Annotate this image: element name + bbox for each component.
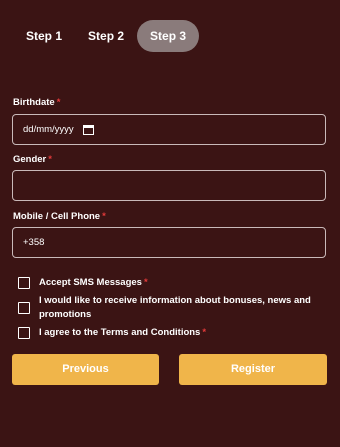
birthdate-label: Birthdate * (13, 97, 60, 108)
phone-label-text: Mobile / Cell Phone (13, 211, 101, 222)
birthdate-field[interactable]: dd/mm/yyyy (12, 114, 326, 145)
step-tabs: Step 1 Step 2 Step 3 (13, 20, 200, 52)
promotions-consent-label: I would like to receive information abou… (39, 295, 311, 320)
terms-consent-checkbox[interactable] (18, 327, 30, 339)
required-marker: * (102, 211, 106, 222)
promotions-consent-row: I would like to receive information abou… (18, 294, 318, 322)
required-marker: * (202, 327, 207, 338)
tab-step-3[interactable]: Step 3 (137, 20, 200, 52)
terms-consent-label: I agree to the Terms and Conditions * (39, 326, 206, 340)
tab-step-2[interactable]: Step 2 (75, 20, 137, 52)
promotions-consent-checkbox[interactable] (18, 302, 30, 314)
required-marker: * (143, 277, 148, 288)
previous-button[interactable]: Previous (12, 354, 159, 385)
phone-field[interactable]: +358 (12, 227, 326, 258)
gender-label: Gender * (13, 154, 52, 165)
sms-consent-checkbox[interactable] (18, 277, 30, 289)
terms-consent-row: I agree to the Terms and Conditions * (18, 326, 318, 340)
terms-consent-text: I agree to the Terms and Conditions (39, 327, 201, 338)
calendar-icon[interactable] (82, 124, 94, 135)
gender-select[interactable] (12, 170, 326, 201)
sms-consent-row: Accept SMS Messages * (18, 276, 318, 290)
gender-label-text: Gender (13, 154, 47, 165)
phone-label: Mobile / Cell Phone * (13, 211, 106, 222)
phone-value: +358 (23, 237, 45, 248)
birthdate-label-text: Birthdate (13, 97, 55, 108)
birthdate-value: dd/mm/yyyy (23, 124, 74, 135)
sms-consent-label: Accept SMS Messages * (39, 276, 148, 290)
required-marker: * (48, 154, 52, 165)
tab-step-1[interactable]: Step 1 (13, 20, 75, 52)
required-marker: * (56, 97, 61, 108)
sms-consent-text: Accept SMS Messages (39, 277, 142, 288)
register-button[interactable]: Register (179, 354, 327, 385)
